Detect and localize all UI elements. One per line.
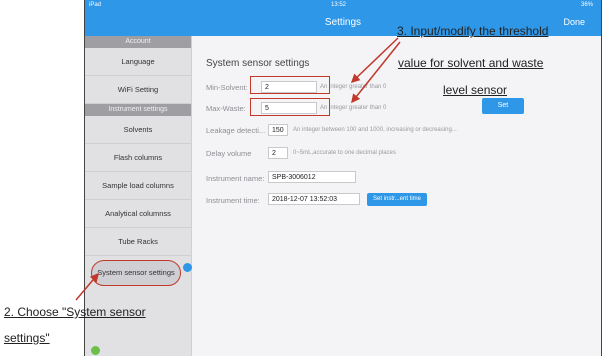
arrow-to-system-sensor-item	[75, 272, 99, 301]
annotation-step3-line2: value for solvent and waste	[398, 56, 544, 70]
annotation-step2-line2: settings"	[4, 331, 50, 345]
arrow-to-max-waste	[351, 41, 401, 104]
annotation-step3-line1: 3. Input/modify the threshold	[397, 24, 549, 38]
annotation-step3-line3: level sensor	[443, 83, 508, 97]
arrow-to-min-solvent	[350, 37, 399, 84]
annotation-step2-line1: 2. Choose "System sensor	[4, 305, 146, 319]
annotation-arrows	[75, 37, 401, 301]
